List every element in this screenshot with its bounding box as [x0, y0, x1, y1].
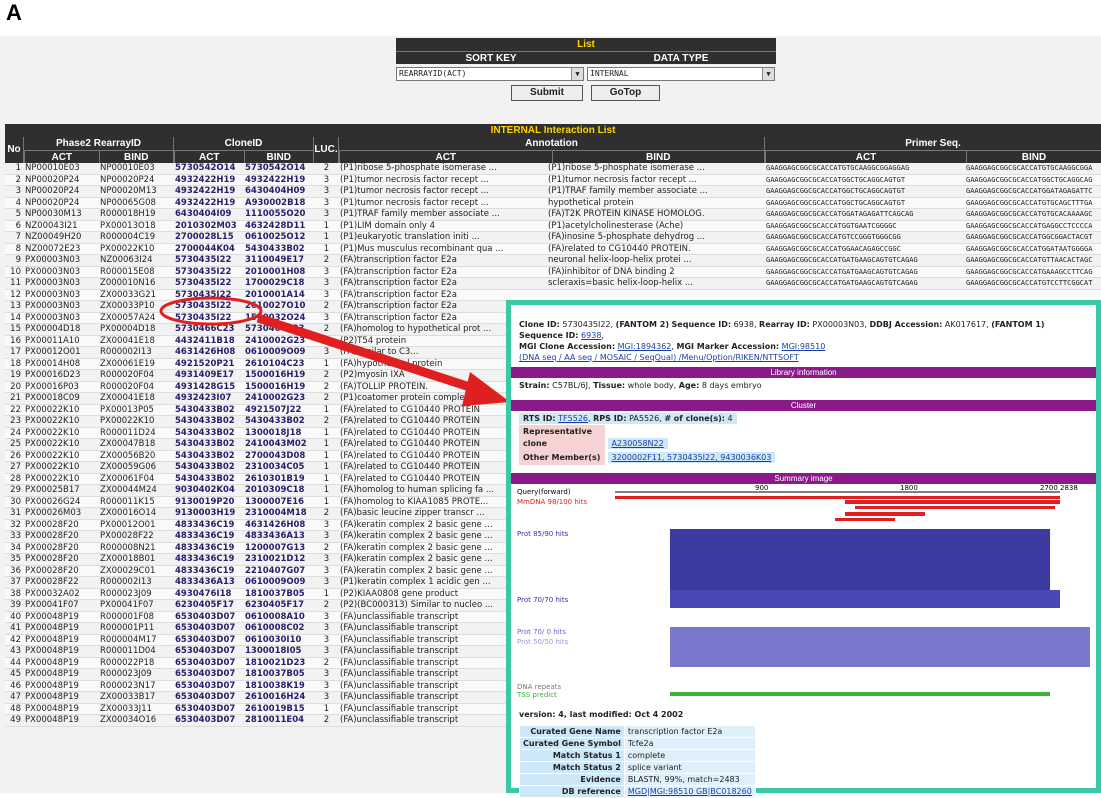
tissue: whole body	[627, 381, 674, 390]
arrow-shaft	[256, 313, 487, 397]
gene-value[interactable]: MGD|MGI:98510 GB|BC018260	[623, 785, 756, 798]
query-label: Query(forward)	[517, 488, 571, 496]
highlight-circle	[159, 296, 263, 326]
fantom1-label: (FANTOM 1)	[991, 320, 1045, 329]
arrow-head	[462, 372, 510, 406]
strain-label: Strain:	[519, 381, 550, 390]
rts-link[interactable]: TF5526	[558, 414, 588, 423]
rps: PA5526	[629, 414, 660, 423]
fantom2-label: (FANTOM 2)	[615, 320, 669, 329]
age: 8 days embryo	[701, 381, 762, 390]
gene-key: DB reference	[519, 785, 625, 798]
curated-gene-table: Curated Gene Name transcription factor E2…	[519, 725, 756, 798]
rep-clone-link[interactable]: A230058N22	[607, 438, 668, 449]
prot2-label: Prot 70/70 hits	[517, 596, 569, 604]
gene-row: Evidence BLASTN, 99%, match=2483	[519, 773, 756, 786]
library-info-bar: Library information	[511, 367, 1096, 378]
gene-value: complete	[623, 749, 756, 762]
gene-key: Match Status 1	[519, 749, 625, 762]
seq-id2-label: Sequence ID:	[519, 331, 579, 340]
gene-row: Match Status 2 splice variant	[519, 761, 756, 774]
mgi-marker-label: MGI Marker Accession:	[676, 342, 780, 351]
prot3-label: Prot 70/ 0 hits	[517, 628, 566, 636]
gene-key: Curated Gene Name	[519, 725, 625, 738]
clone-id-label: Clone ID:	[519, 320, 560, 329]
seq-id-label: Sequence ID:	[671, 320, 732, 329]
seq-id2-link[interactable]: 6938	[581, 331, 601, 340]
cluster-info: RTS ID: TF5526, RPS ID: PA5526, # of clo…	[511, 411, 1096, 467]
tick-2700: 2700	[1040, 484, 1058, 492]
ddbj-id: AK017617	[944, 320, 987, 329]
mgi-clone-label: MGI Clone Accession:	[519, 342, 616, 351]
summary-image-bar: Summary image	[511, 473, 1096, 484]
curated-gene-body: Curated Gene Name transcription factor E2…	[519, 725, 756, 798]
alignment-plot: Query(forward) 900 1800 2700 2838 MmDNA …	[516, 484, 1090, 699]
version-line: version: 4, last modified: Oct 4 2002	[511, 704, 1096, 725]
gene-key: Curated Gene Symbol	[519, 737, 625, 750]
prot3-hits	[670, 627, 1090, 667]
rps-label: RPS ID:	[593, 414, 627, 423]
prot2-hits	[670, 590, 1060, 608]
gene-key: Match Status 2	[519, 761, 625, 774]
query-length: 2838	[1060, 484, 1078, 492]
prot4-label: Prot 50/50 hits	[517, 638, 569, 646]
gene-value: splice variant	[623, 761, 756, 774]
rearray-label: Rearray ID:	[759, 320, 810, 329]
rep-clone-label: Representative clone	[519, 425, 605, 451]
gene-row: Match Status 1 complete	[519, 749, 756, 762]
clone-detail-panel: Clone ID: 5730435I22, (FANTOM 2) Sequenc…	[506, 300, 1101, 798]
library-info: Strain: C57BL/6J, Tissue: whole body, Ag…	[519, 381, 762, 390]
strain: C57BL/6J	[552, 381, 588, 390]
gene-row: Curated Gene Symbol Tcfe2a	[519, 737, 756, 750]
gene-row: Curated Gene Name transcription factor E2…	[519, 725, 756, 738]
mgi-marker-link[interactable]: MGI:98510	[782, 342, 826, 351]
gene-row: DB reference MGD|MGI:98510 GB|BC018260	[519, 785, 756, 798]
gene-value: BLASTN, 99%, match=2483	[623, 773, 756, 786]
tissue-label: Tissue:	[593, 381, 626, 390]
cluster-bar: Cluster	[511, 400, 1096, 411]
clone-info: Clone ID: 5730435I22, (FANTOM 2) Sequenc…	[519, 320, 1045, 362]
mgi-clone-link[interactable]: MGI:1894362	[618, 342, 672, 351]
nclones-label: # of clone(s):	[664, 414, 725, 423]
tss-bar	[670, 692, 1050, 696]
other-members-links[interactable]: 3200002F11, 5730435I22, 9430036K03	[607, 452, 776, 463]
tick-900: 900	[755, 484, 768, 492]
mdna-hits	[615, 496, 1060, 521]
clone-id: 5730435I22	[562, 320, 611, 329]
tick-1800: 1800	[900, 484, 918, 492]
prot1-hits	[670, 529, 1050, 599]
gene-value: transcription factor E2a	[623, 725, 756, 738]
summary-image: Query(forward) 900 1800 2700 2838 MmDNA …	[515, 484, 1092, 704]
gene-key: Evidence	[519, 773, 625, 786]
version-text: version: 4, last modified: Oct 4 2002	[519, 710, 684, 719]
seq-id: 6938	[733, 320, 754, 329]
rearray-id: PX00003N03	[812, 320, 865, 329]
ddbj-label: DDBJ Accession:	[869, 320, 943, 329]
dna-repeats-label: DNA repeats	[517, 683, 561, 691]
mdna-label: MmDNA 98/100 hits	[517, 498, 587, 506]
rts-label: RTS ID:	[523, 414, 556, 423]
prot1-label: Prot 85/90 hits	[517, 530, 569, 538]
age-label: Age:	[678, 381, 700, 390]
tss-label: TSS predict	[516, 691, 557, 699]
other-members-label: Other Member(s)	[519, 451, 605, 465]
nav-links[interactable]: (DNA seq / AA seq / MOSAIC / SeqQual) /M…	[519, 353, 799, 362]
nclones: 4	[727, 414, 733, 423]
gene-value: Tcfe2a	[623, 737, 756, 750]
